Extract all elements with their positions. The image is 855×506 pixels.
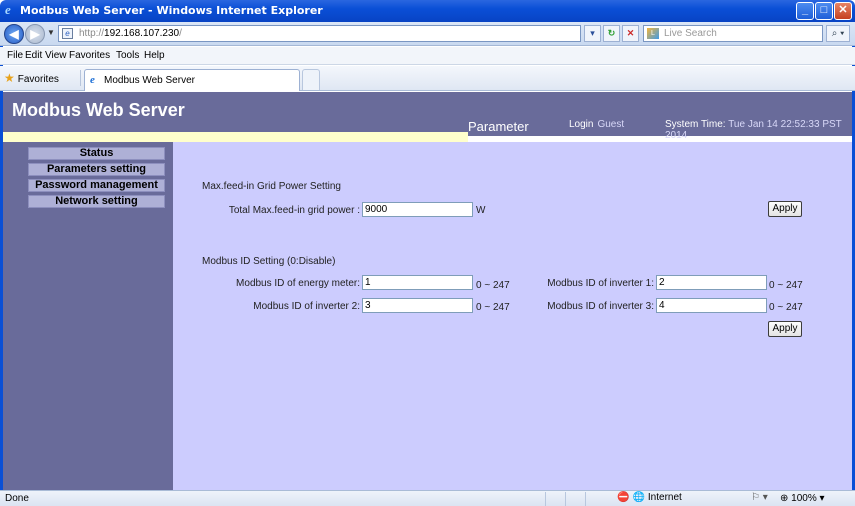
page-header: Modbus Web Server Parameter Login Guest S…	[3, 92, 852, 142]
grid-power-apply-button[interactable]: Apply	[768, 201, 802, 217]
menu-tools[interactable]: Tools	[116, 50, 139, 61]
energy-meter-label: Modbus ID of energy meter:	[236, 278, 360, 289]
login-user: Guest	[597, 119, 625, 130]
protected-mode-dropdown-icon[interactable]: ⚐ ▾	[751, 492, 768, 503]
back-button[interactable]: ◀	[4, 24, 24, 44]
header-strip	[3, 132, 468, 142]
zoom-control[interactable]: ⊕ 100% ▾	[780, 493, 825, 504]
menu-file[interactable]: File	[7, 50, 23, 61]
inverter2-range: 0 ~ 247	[476, 302, 510, 313]
ie-icon: e	[5, 2, 11, 17]
login-status: Login Guest	[569, 119, 624, 130]
menu-view[interactable]: View	[45, 50, 67, 61]
inverter3-range: 0 ~ 247	[769, 302, 803, 313]
history-dropdown-icon[interactable]: ▼	[47, 28, 55, 37]
inverter3-input[interactable]	[656, 298, 767, 313]
separator	[80, 70, 81, 86]
tab-modbus-web-server[interactable]: e Modbus Web Server	[84, 69, 300, 91]
menu-edit[interactable]: Edit	[25, 50, 42, 61]
energy-meter-input[interactable]	[362, 275, 473, 290]
favorites-bar: ★ Favorites e Modbus Web Server	[0, 66, 855, 91]
globe-icon: 🌐	[632, 492, 645, 503]
live-search-icon: L	[647, 28, 659, 39]
star-icon: ★	[4, 71, 15, 85]
sidebar-item-network[interactable]: Network setting	[28, 195, 165, 208]
sidebar-item-parameters[interactable]: Parameters setting	[28, 163, 165, 176]
status-cell	[545, 492, 563, 506]
close-button[interactable]: ✕	[834, 2, 852, 20]
sidebar-item-status[interactable]: Status	[28, 147, 165, 160]
forward-button[interactable]: ▶	[25, 24, 45, 44]
menu-bar: File Edit View Favorites Tools Help	[0, 47, 855, 65]
status-text: Done	[5, 493, 29, 504]
minimize-button[interactable]: _	[796, 2, 814, 20]
address-field[interactable]: e http://192.168.107.230/	[58, 25, 581, 42]
menu-favorites[interactable]: Favorites	[69, 50, 110, 61]
url-text: http://192.168.107.230/	[79, 28, 182, 39]
refresh-button[interactable]: ↻	[603, 25, 620, 42]
stop-button[interactable]: ✕	[622, 25, 639, 42]
sidebar-item-password[interactable]: Password management	[28, 179, 165, 192]
new-tab-button[interactable]	[302, 69, 320, 90]
inverter1-label: Modbus ID of inverter 1:	[547, 278, 654, 289]
energy-meter-range: 0 ~ 247	[476, 280, 510, 291]
address-dropdown-button[interactable]: ▾	[584, 25, 601, 42]
system-time: System Time: Tue Jan 14 22:52:33 PST 201…	[665, 119, 842, 141]
sidebar: Status Parameters setting Password manag…	[3, 142, 173, 490]
status-bar: Done ⛔ 🌐 Internet ⚐ ▾ ⊕ 100% ▾	[0, 490, 855, 506]
ie-icon: e	[90, 74, 95, 86]
maximize-button[interactable]: □	[815, 2, 833, 20]
favorites-button[interactable]: ★ Favorites	[4, 71, 59, 85]
brand-title: Modbus Web Server	[12, 100, 185, 120]
inverter1-input[interactable]	[656, 275, 767, 290]
window-title: Modbus Web Server - Windows Internet Exp…	[20, 4, 323, 17]
search-placeholder: Live Search	[664, 28, 717, 39]
search-input[interactable]: L Live Search	[643, 25, 823, 42]
grid-power-input[interactable]	[362, 202, 473, 217]
search-button[interactable]: ⌕ ▾	[826, 25, 850, 42]
title-bar: e Modbus Web Server - Windows Internet E…	[0, 0, 855, 22]
address-toolbar: ◀ ▶ ▼ e http://192.168.107.230/ ▾ ↻ ✕ L …	[0, 22, 855, 46]
status-cell	[565, 492, 583, 506]
menu-help[interactable]: Help	[144, 50, 165, 61]
grid-power-title: Max.feed-in Grid Power Setting	[202, 181, 341, 192]
tab-label: Modbus Web Server	[104, 75, 195, 86]
page-content: Modbus Web Server Parameter Login Guest S…	[3, 92, 852, 490]
grid-power-unit: W	[476, 205, 486, 216]
inverter3-label: Modbus ID of inverter 3:	[547, 301, 654, 312]
status-cell	[585, 492, 603, 506]
page-icon: e	[62, 28, 73, 39]
inverter2-label: Modbus ID of inverter 2:	[253, 301, 360, 312]
grid-power-label: Total Max.feed-in grid power :	[228, 205, 360, 216]
login-link[interactable]: Login	[569, 119, 593, 130]
security-zone[interactable]: ⛔ 🌐 Internet	[617, 492, 682, 506]
inverter2-input[interactable]	[362, 298, 473, 313]
protected-mode-icon: ⛔	[617, 492, 630, 503]
inverter1-range: 0 ~ 247	[769, 280, 803, 291]
section-title: Parameter	[468, 119, 529, 134]
modbus-id-title: Modbus ID Setting (0:Disable)	[202, 256, 336, 267]
modbus-id-apply-button[interactable]: Apply	[768, 321, 802, 337]
